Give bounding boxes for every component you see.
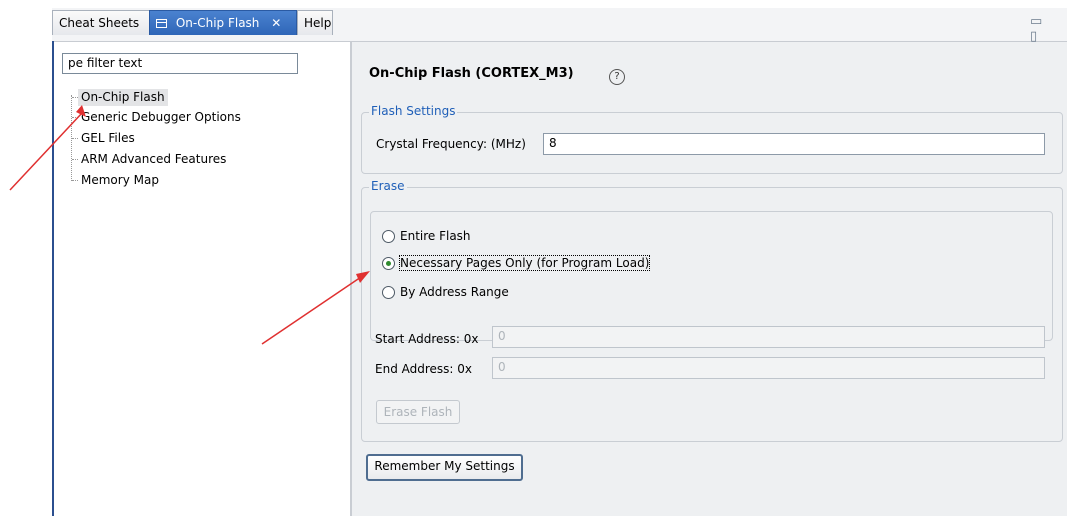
annotation-arrow-tree — [9, 112, 83, 191]
annotation-arrows — [9, 105, 370, 345]
annotation-arrowhead-tree — [76, 105, 86, 117]
annotation-arrow-radio — [261, 274, 365, 345]
annotation-arrowhead-radio — [356, 271, 370, 283]
